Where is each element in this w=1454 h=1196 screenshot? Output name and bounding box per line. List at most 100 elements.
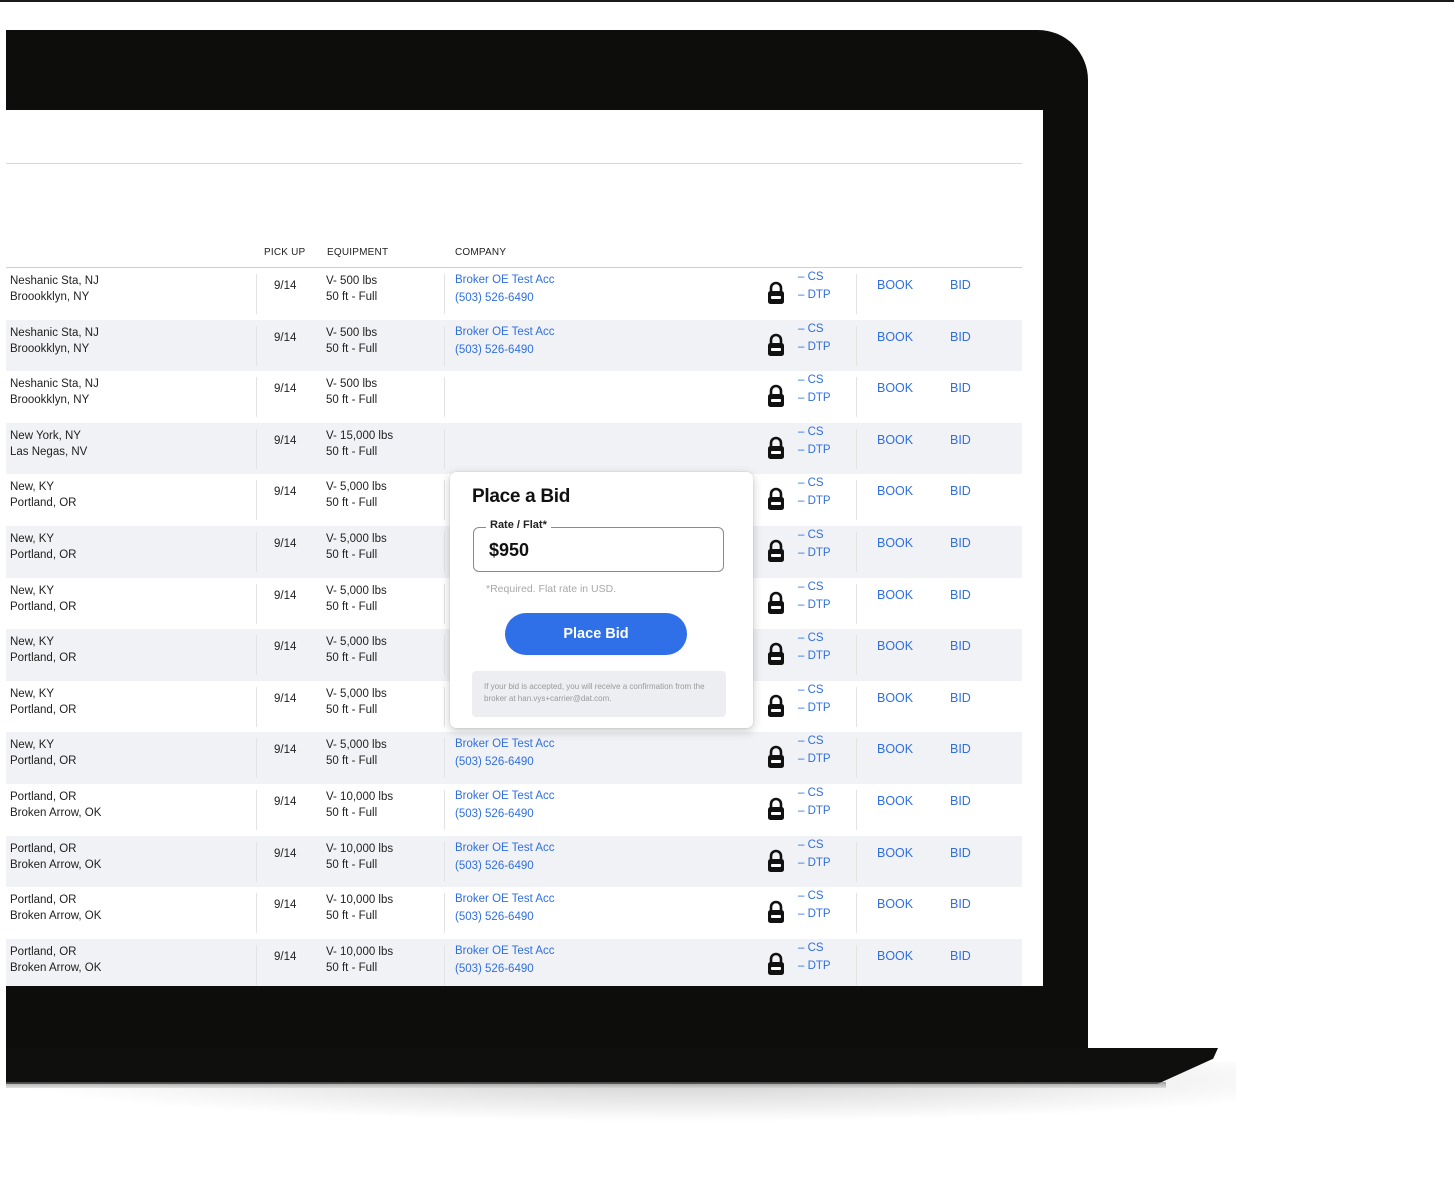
book-button[interactable]: BOOK [877,330,913,344]
table-row[interactable]: New York, NY Las Negas, NV 9/14 V- 15,000 l… [6,422,1022,475]
book-button[interactable]: BOOK [877,484,913,498]
cs-link[interactable]: – CS [798,836,831,854]
cs-link[interactable]: – CS [798,371,831,389]
cs-link[interactable]: – CS [798,887,831,905]
bid-button[interactable]: BID [950,949,971,963]
company-phone-link[interactable]: (503) 526-6490 [455,753,555,771]
cs-link[interactable]: – CS [798,732,831,750]
credit-info[interactable]: – CS – DTP [798,836,831,872]
table-row[interactable]: Neshanic Sta, NJ Broookklyn, NY 9/14 V- 500… [6,371,1022,423]
company-phone-link[interactable]: (503) 526-6490 [455,805,555,823]
credit-info[interactable]: – CS – DTP [798,423,831,459]
book-button[interactable]: BOOK [877,278,913,292]
book-button[interactable]: BOOK [877,536,913,550]
credit-info[interactable]: – CS – DTP [798,320,831,356]
cs-link[interactable]: – CS [798,681,831,699]
dtp-link[interactable]: – DTP [798,750,831,768]
dtp-link[interactable]: – DTP [798,441,831,459]
bid-button[interactable]: BID [950,742,971,756]
credit-info[interactable]: – CS – DTP [798,681,831,717]
rate-input[interactable]: Rate / Flat* $950 [473,519,724,572]
company-phone-link[interactable]: (503) 526-6490 [455,908,555,926]
book-button[interactable]: BOOK [877,949,913,963]
credit-info[interactable]: – CS – DTP [798,784,831,820]
dtp-link[interactable]: – DTP [798,905,831,923]
column-divider [856,841,857,882]
book-button[interactable]: BOOK [877,639,913,653]
credit-info[interactable]: – CS – DTP [798,268,831,304]
table-row[interactable]: Portland, OR Broken Arrow, OK 9/14 V- 10,00… [6,938,1022,986]
book-button[interactable]: BOOK [877,691,913,705]
table-row[interactable]: Portland, OR Broken Arrow, OK 9/14 V- 10,00… [6,784,1022,836]
credit-info[interactable]: – CS – DTP [798,629,831,665]
book-button[interactable]: BOOK [877,742,913,756]
bid-button[interactable]: BID [950,794,971,808]
credit-info[interactable]: – CS – DTP [798,371,831,407]
credit-info[interactable]: – CS – DTP [798,526,831,562]
bid-button[interactable]: BID [950,484,971,498]
cs-link[interactable]: – CS [798,526,831,544]
company-name-link[interactable]: Broker OE Test Acc [455,271,555,289]
cs-link[interactable]: – CS [798,320,831,338]
dtp-link[interactable]: – DTP [798,338,831,356]
credit-info[interactable]: – CS – DTP [798,732,831,768]
table-row[interactable]: Neshanic Sta, NJ Broookklyn, NY 9/14 V- 500… [6,319,1022,372]
book-button[interactable]: BOOK [877,794,913,808]
dtp-link[interactable]: – DTP [798,802,831,820]
company-phone-link[interactable]: (503) 526-6490 [455,341,555,359]
cs-link[interactable]: – CS [798,939,831,957]
cs-link[interactable]: – CS [798,629,831,647]
company-name-link[interactable]: Broker OE Test Acc [455,839,555,857]
book-button[interactable]: BOOK [877,846,913,860]
table-row[interactable]: New, KY Portland, OR 9/14 V- 5,000 lbs 50 ft… [6,732,1022,784]
column-divider [444,635,445,676]
book-button[interactable]: BOOK [877,433,913,447]
bid-button[interactable]: BID [950,639,971,653]
bid-button[interactable]: BID [950,330,971,344]
company-phone-link[interactable]: (503) 526-6490 [455,857,555,875]
equipment-weight: V- 10,000 lbs [326,894,394,907]
dtp-link[interactable]: – DTP [798,492,831,510]
cs-link[interactable]: – CS [798,268,831,286]
bid-button[interactable]: BID [950,433,971,447]
lane: Neshanic Sta, NJ Broookklyn, NY [10,273,99,305]
credit-info[interactable]: – CS – DTP [798,887,831,923]
cs-link[interactable]: – CS [798,423,831,441]
dtp-link[interactable]: – DTP [798,957,831,975]
bid-button[interactable]: BID [950,588,971,602]
company-phone-link[interactable]: (503) 526-6490 [455,960,555,978]
dtp-link[interactable]: – DTP [798,389,831,407]
company-name-link[interactable]: Broker OE Test Acc [455,323,555,341]
cs-link[interactable]: – CS [798,578,831,596]
book-button[interactable]: BOOK [877,897,913,911]
company-name-link[interactable]: Broker OE Test Acc [455,942,555,960]
cs-link[interactable]: – CS [798,784,831,802]
credit-info[interactable]: – CS – DTP [798,578,831,614]
cs-link[interactable]: – CS [798,474,831,492]
company-phone-link[interactable]: (503) 526-6490 [455,289,555,307]
company-name-link[interactable]: Broker OE Test Acc [455,787,555,805]
bid-button[interactable]: BID [950,381,971,395]
book-button[interactable]: BOOK [877,381,913,395]
bid-button[interactable]: BID [950,536,971,550]
table-row[interactable]: Portland, OR Broken Arrow, OK 9/14 V- 10,00… [6,835,1022,888]
table-row[interactable]: Neshanic Sta, NJ Broookklyn, NY 9/14 V- 500… [6,268,1022,320]
dtp-link[interactable]: – DTP [798,647,831,665]
dtp-link[interactable]: – DTP [798,286,831,304]
bid-button[interactable]: BID [950,846,971,860]
company-name-link[interactable]: Broker OE Test Acc [455,890,555,908]
bid-button[interactable]: BID [950,278,971,292]
dtp-link[interactable]: – DTP [798,544,831,562]
book-button[interactable]: BOOK [877,588,913,602]
company-name-link[interactable]: Broker OE Test Acc [455,735,555,753]
dtp-link[interactable]: – DTP [798,854,831,872]
dtp-link[interactable]: – DTP [798,699,831,717]
bid-button[interactable]: BID [950,897,971,911]
credit-info[interactable]: – CS – DTP [798,474,831,510]
table-row[interactable]: Portland, OR Broken Arrow, OK 9/14 V- 10,00… [6,887,1022,939]
dtp-link[interactable]: – DTP [798,596,831,614]
credit-info[interactable]: – CS – DTP [798,939,831,975]
rate-value[interactable]: $950 [489,540,529,561]
bid-button[interactable]: BID [950,691,971,705]
place-bid-button[interactable]: Place Bid [505,613,687,655]
